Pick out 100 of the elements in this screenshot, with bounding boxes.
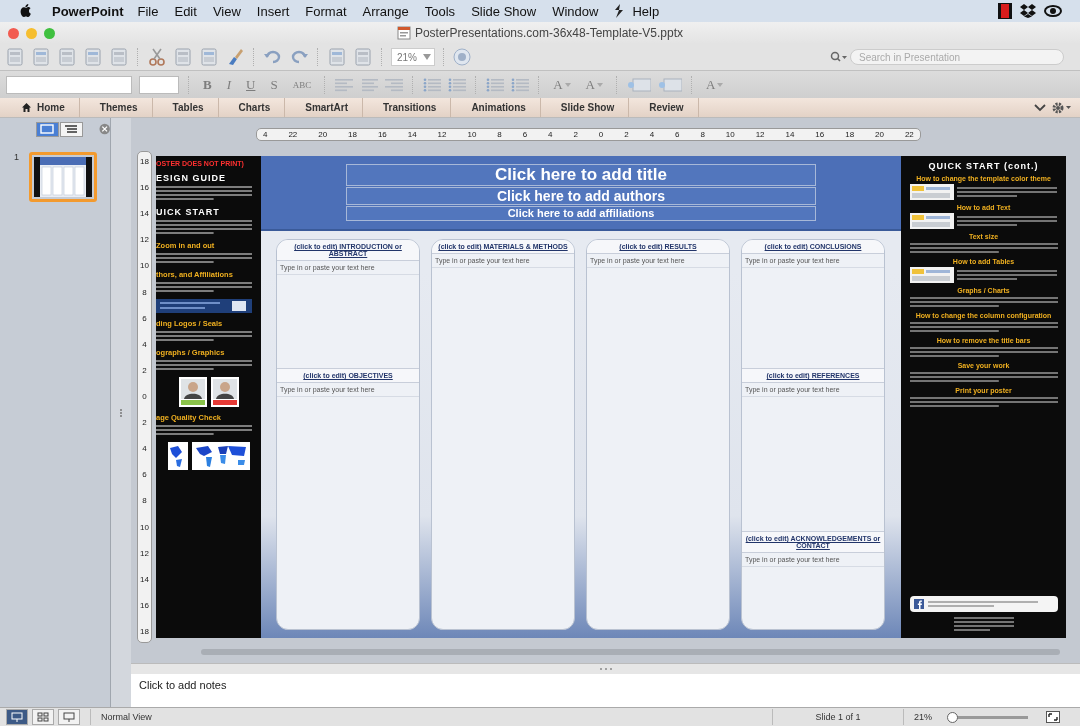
align-icon[interactable] — [385, 77, 404, 92]
ruler-label: 22 — [904, 130, 914, 139]
ruler-label: 16 — [140, 601, 149, 610]
ribbon-tab[interactable]: SmartArt — [291, 98, 363, 117]
scissors-icon[interactable] — [147, 47, 167, 67]
menu-item[interactable]: Format — [305, 3, 347, 19]
list-icon[interactable] — [423, 77, 442, 92]
script-icon[interactable] — [614, 4, 625, 18]
slide-thumbnail[interactable] — [29, 152, 97, 202]
ribbon-tab[interactable]: Slide Show — [546, 98, 630, 117]
menu-item[interactable]: Slide Show — [471, 3, 537, 19]
ruler-label: 20 — [875, 130, 884, 139]
settings-icon[interactable] — [1052, 101, 1072, 114]
menu-item[interactable]: View — [212, 3, 241, 19]
home-icon — [22, 103, 31, 112]
slideshow-view-button[interactable] — [58, 709, 80, 725]
list-icon[interactable] — [448, 77, 467, 92]
vertical-ruler[interactable]: 18 16 14 12 10 8 6 4 2 0 2 4 6 8 10 12 14 16 18 — [137, 151, 152, 643]
slide-number: 1 — [14, 152, 19, 162]
ruler-label: 2 — [573, 130, 578, 139]
ruler-label: 18 — [348, 130, 357, 139]
ruler-label: 10 — [140, 523, 149, 532]
eye-icon[interactable] — [1044, 5, 1062, 17]
slider-thumb[interactable] — [947, 711, 959, 723]
ruler-label: 12 — [755, 130, 765, 139]
ruler-label: 0 — [142, 393, 147, 401]
ruler-label: 0 — [598, 130, 604, 139]
ruler-label: 8 — [700, 130, 705, 139]
ruler-label: 4 — [142, 445, 147, 454]
poster-slide[interactable] — [156, 156, 1066, 638]
horizontal-ruler[interactable]: 4 22 20 18 16 14 12 10 8 6 4 2 0 2 4 6 8 10 12 14 16 18 20 22 — [256, 128, 921, 141]
slide-icon — [11, 712, 23, 722]
chevron-icon[interactable] — [1034, 103, 1046, 112]
align-icon[interactable] — [360, 77, 379, 92]
menu-item[interactable]: Tools — [424, 3, 456, 19]
affiliations-placeholder[interactable]: Click here to add affiliations — [346, 206, 816, 221]
ruler-label: 8 — [497, 130, 502, 139]
ruler-label: 4 — [263, 130, 268, 139]
ruler-label: 10 — [467, 130, 477, 139]
search-field[interactable]: Search in Presentation — [850, 49, 1064, 65]
ribbon-tab[interactable]: Tables — [158, 98, 219, 117]
list-icon[interactable] — [511, 77, 530, 92]
menu-item[interactable]: Arrange — [362, 3, 409, 19]
ribbon-tab[interactable]: Themes — [85, 98, 153, 117]
authors-placeholder[interactable]: Click here to add authors — [346, 186, 816, 205]
menu-item[interactable]: File — [137, 3, 159, 19]
menu-item[interactable]: Insert — [256, 3, 290, 19]
font-size-field[interactable] — [139, 75, 179, 94]
close-button[interactable] — [8, 27, 19, 39]
menu-item[interactable]: Window — [552, 3, 599, 19]
dropbox-icon[interactable] — [1020, 4, 1036, 18]
sorter-view-button[interactable] — [32, 709, 54, 725]
indent-icon[interactable] — [657, 77, 682, 92]
grip-icon[interactable] — [598, 667, 613, 671]
menu-item[interactable]: Edit — [174, 3, 197, 19]
ribbon-tab[interactable]: Transitions — [369, 98, 452, 117]
normal-view-button[interactable] — [6, 709, 28, 725]
scrollbar[interactable] — [201, 649, 1060, 655]
panel-title: QUICK START (cont.) — [928, 161, 1039, 171]
view-name: Normal View — [101, 712, 152, 722]
minimize-button[interactable] — [26, 27, 37, 39]
notes-field[interactable]: Click to add notes — [131, 674, 1080, 707]
document-icon — [396, 26, 411, 40]
list-icon[interactable] — [486, 77, 505, 92]
ribbon-tab[interactable]: Charts — [224, 98, 286, 117]
ruler-label: 14 — [140, 575, 149, 584]
ruler-label: 4 — [649, 130, 655, 139]
ruler-label: 18 — [845, 130, 855, 139]
caret-icon — [717, 82, 724, 87]
search-icon[interactable] — [830, 51, 848, 63]
title-placeholder[interactable]: Click here to add title — [346, 164, 816, 186]
dropdown-icon — [423, 54, 431, 60]
ruler-label: 14 — [140, 210, 149, 219]
ribbon-tab[interactable]: Home — [0, 98, 80, 117]
ruler-label: 6 — [142, 314, 147, 323]
ribbon-tab[interactable]: Review — [635, 98, 699, 117]
ribbon-tab[interactable]: Animations — [457, 98, 541, 117]
fit-window-icon[interactable] — [1046, 711, 1060, 723]
close-icon[interactable] — [98, 123, 110, 135]
ruler-label: 12 — [140, 549, 149, 558]
outline-view-button[interactable] — [59, 121, 83, 137]
ruler-label: 16 — [140, 184, 149, 193]
menu-item[interactable]: Help — [632, 3, 660, 19]
ruler-label: 18 — [140, 158, 149, 166]
indent-icon[interactable] — [626, 77, 651, 92]
app-menu[interactable]: PowerPoint — [52, 3, 124, 19]
zoom-button[interactable] — [44, 27, 55, 39]
poster-thumbnail-drawing — [34, 157, 92, 197]
ruler-label: 4 — [548, 130, 553, 139]
outline-icon — [64, 124, 79, 134]
ruler-label: 14 — [785, 130, 795, 139]
apple-icon[interactable] — [20, 4, 32, 18]
font-name-field[interactable] — [6, 75, 132, 94]
ruler-label: 2 — [142, 419, 147, 428]
align-icon[interactable] — [335, 77, 354, 92]
grip-icon[interactable] — [119, 407, 123, 418]
window-title: PosterPresentations.com-36x48-Template-V5.pptx — [414, 26, 684, 40]
zoom-field[interactable]: 21% — [391, 48, 435, 66]
thumbnails-view-button[interactable] — [36, 121, 59, 137]
ruler-label: 14 — [407, 130, 417, 139]
